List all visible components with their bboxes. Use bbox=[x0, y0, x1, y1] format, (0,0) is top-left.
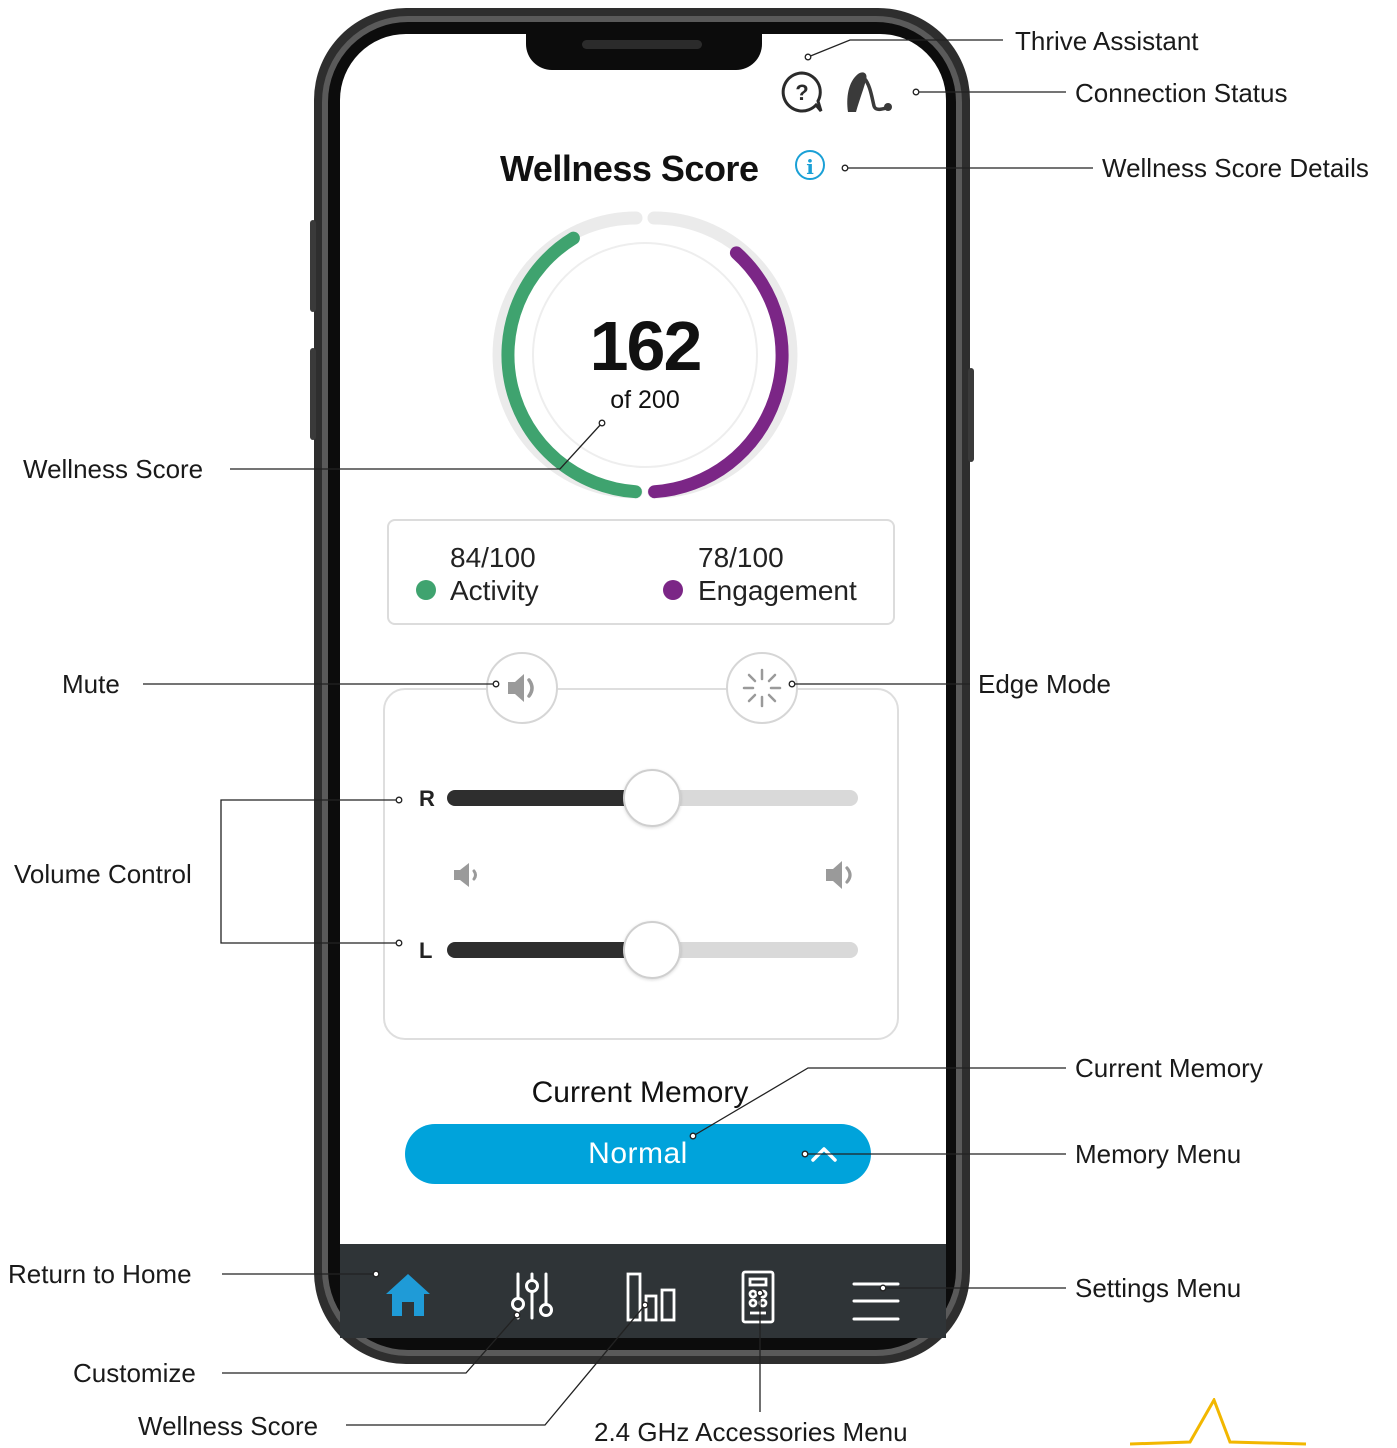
annotation-return-to-home: Return to Home bbox=[8, 1259, 192, 1289]
annotation-current-memory: Current Memory bbox=[1075, 1053, 1263, 1083]
info-icon[interactable]: i bbox=[795, 150, 825, 180]
annotation-mute: Mute bbox=[62, 669, 120, 699]
edge-mode-button[interactable] bbox=[726, 652, 798, 724]
volume-high-icon bbox=[826, 861, 852, 889]
left-volume-track-empty bbox=[653, 942, 858, 958]
svg-text:?: ? bbox=[795, 80, 808, 105]
annotation-settings-menu: Settings Menu bbox=[1075, 1273, 1242, 1303]
left-volume-slider-knob[interactable] bbox=[623, 921, 681, 979]
activity-dot bbox=[416, 580, 436, 600]
tab-home[interactable] bbox=[358, 1244, 458, 1338]
annotation-wellness-score-details: Wellness Score Details bbox=[1102, 153, 1369, 183]
tab-settings[interactable] bbox=[826, 1244, 926, 1338]
tab-customize[interactable] bbox=[482, 1244, 582, 1338]
page-title: Wellness Score bbox=[500, 148, 759, 189]
current-memory-title: Current Memory bbox=[531, 1076, 749, 1109]
right-volume-track-empty bbox=[653, 790, 858, 806]
left-ear-label: L bbox=[419, 938, 433, 963]
tab-wellness-score[interactable] bbox=[602, 1244, 702, 1338]
sliders-icon bbox=[511, 1272, 553, 1320]
hamburger-icon bbox=[852, 1282, 900, 1321]
wellness-score-max: of 200 bbox=[610, 386, 680, 414]
bottom-tab-bar bbox=[340, 1244, 946, 1338]
annotation-edge-mode: Edge Mode bbox=[978, 669, 1111, 699]
annotation-thrive-assistant: Thrive Assistant bbox=[1015, 26, 1199, 56]
thrive-assistant-icon[interactable]: ? bbox=[780, 70, 824, 114]
mute-button[interactable] bbox=[486, 652, 558, 724]
annotation-volume-control: Volume Control bbox=[14, 859, 192, 889]
annotation-wellness-score: Wellness Score bbox=[23, 454, 204, 484]
volume-low-icon bbox=[454, 863, 477, 887]
activity-label: Activity bbox=[450, 575, 539, 606]
annotation-connection-status: Connection Status bbox=[1075, 78, 1288, 108]
current-memory-value: Normal bbox=[588, 1137, 688, 1170]
annotation-memory-menu: Memory Menu bbox=[1075, 1139, 1242, 1169]
engagement-label: Engagement bbox=[698, 575, 857, 606]
bar-chart-icon bbox=[626, 1272, 676, 1322]
annotation-wellness-score-tab: Wellness Score bbox=[138, 1411, 319, 1441]
tab-accessories[interactable] bbox=[708, 1244, 808, 1338]
decorative-star-shape bbox=[1130, 1398, 1307, 1446]
wellness-score-value: 162 bbox=[589, 307, 703, 385]
phone-notch bbox=[526, 28, 762, 70]
right-volume-slider-knob[interactable] bbox=[623, 769, 681, 827]
memory-menu-button[interactable]: Normal bbox=[405, 1124, 871, 1184]
activity-value: 84/100 bbox=[450, 542, 536, 573]
annotation-accessories-menu: 2.4 GHz Accessories Menu bbox=[594, 1417, 908, 1447]
remote-icon bbox=[741, 1270, 775, 1324]
edge-mode-icon bbox=[742, 668, 782, 708]
annotation-customize: Customize bbox=[73, 1358, 196, 1388]
speaker-icon bbox=[508, 674, 534, 702]
power-hardware-button bbox=[968, 368, 974, 462]
hearing-aid-icon[interactable] bbox=[842, 68, 898, 116]
volume-up-hardware-button bbox=[310, 220, 316, 312]
engagement-dot bbox=[663, 580, 683, 600]
earpiece-speaker bbox=[582, 40, 702, 49]
home-icon bbox=[386, 1274, 430, 1316]
right-ear-label: R bbox=[419, 786, 435, 811]
engagement-value: 78/100 bbox=[698, 542, 784, 573]
volume-down-hardware-button bbox=[310, 348, 316, 440]
chevron-up-icon bbox=[811, 1147, 837, 1162]
